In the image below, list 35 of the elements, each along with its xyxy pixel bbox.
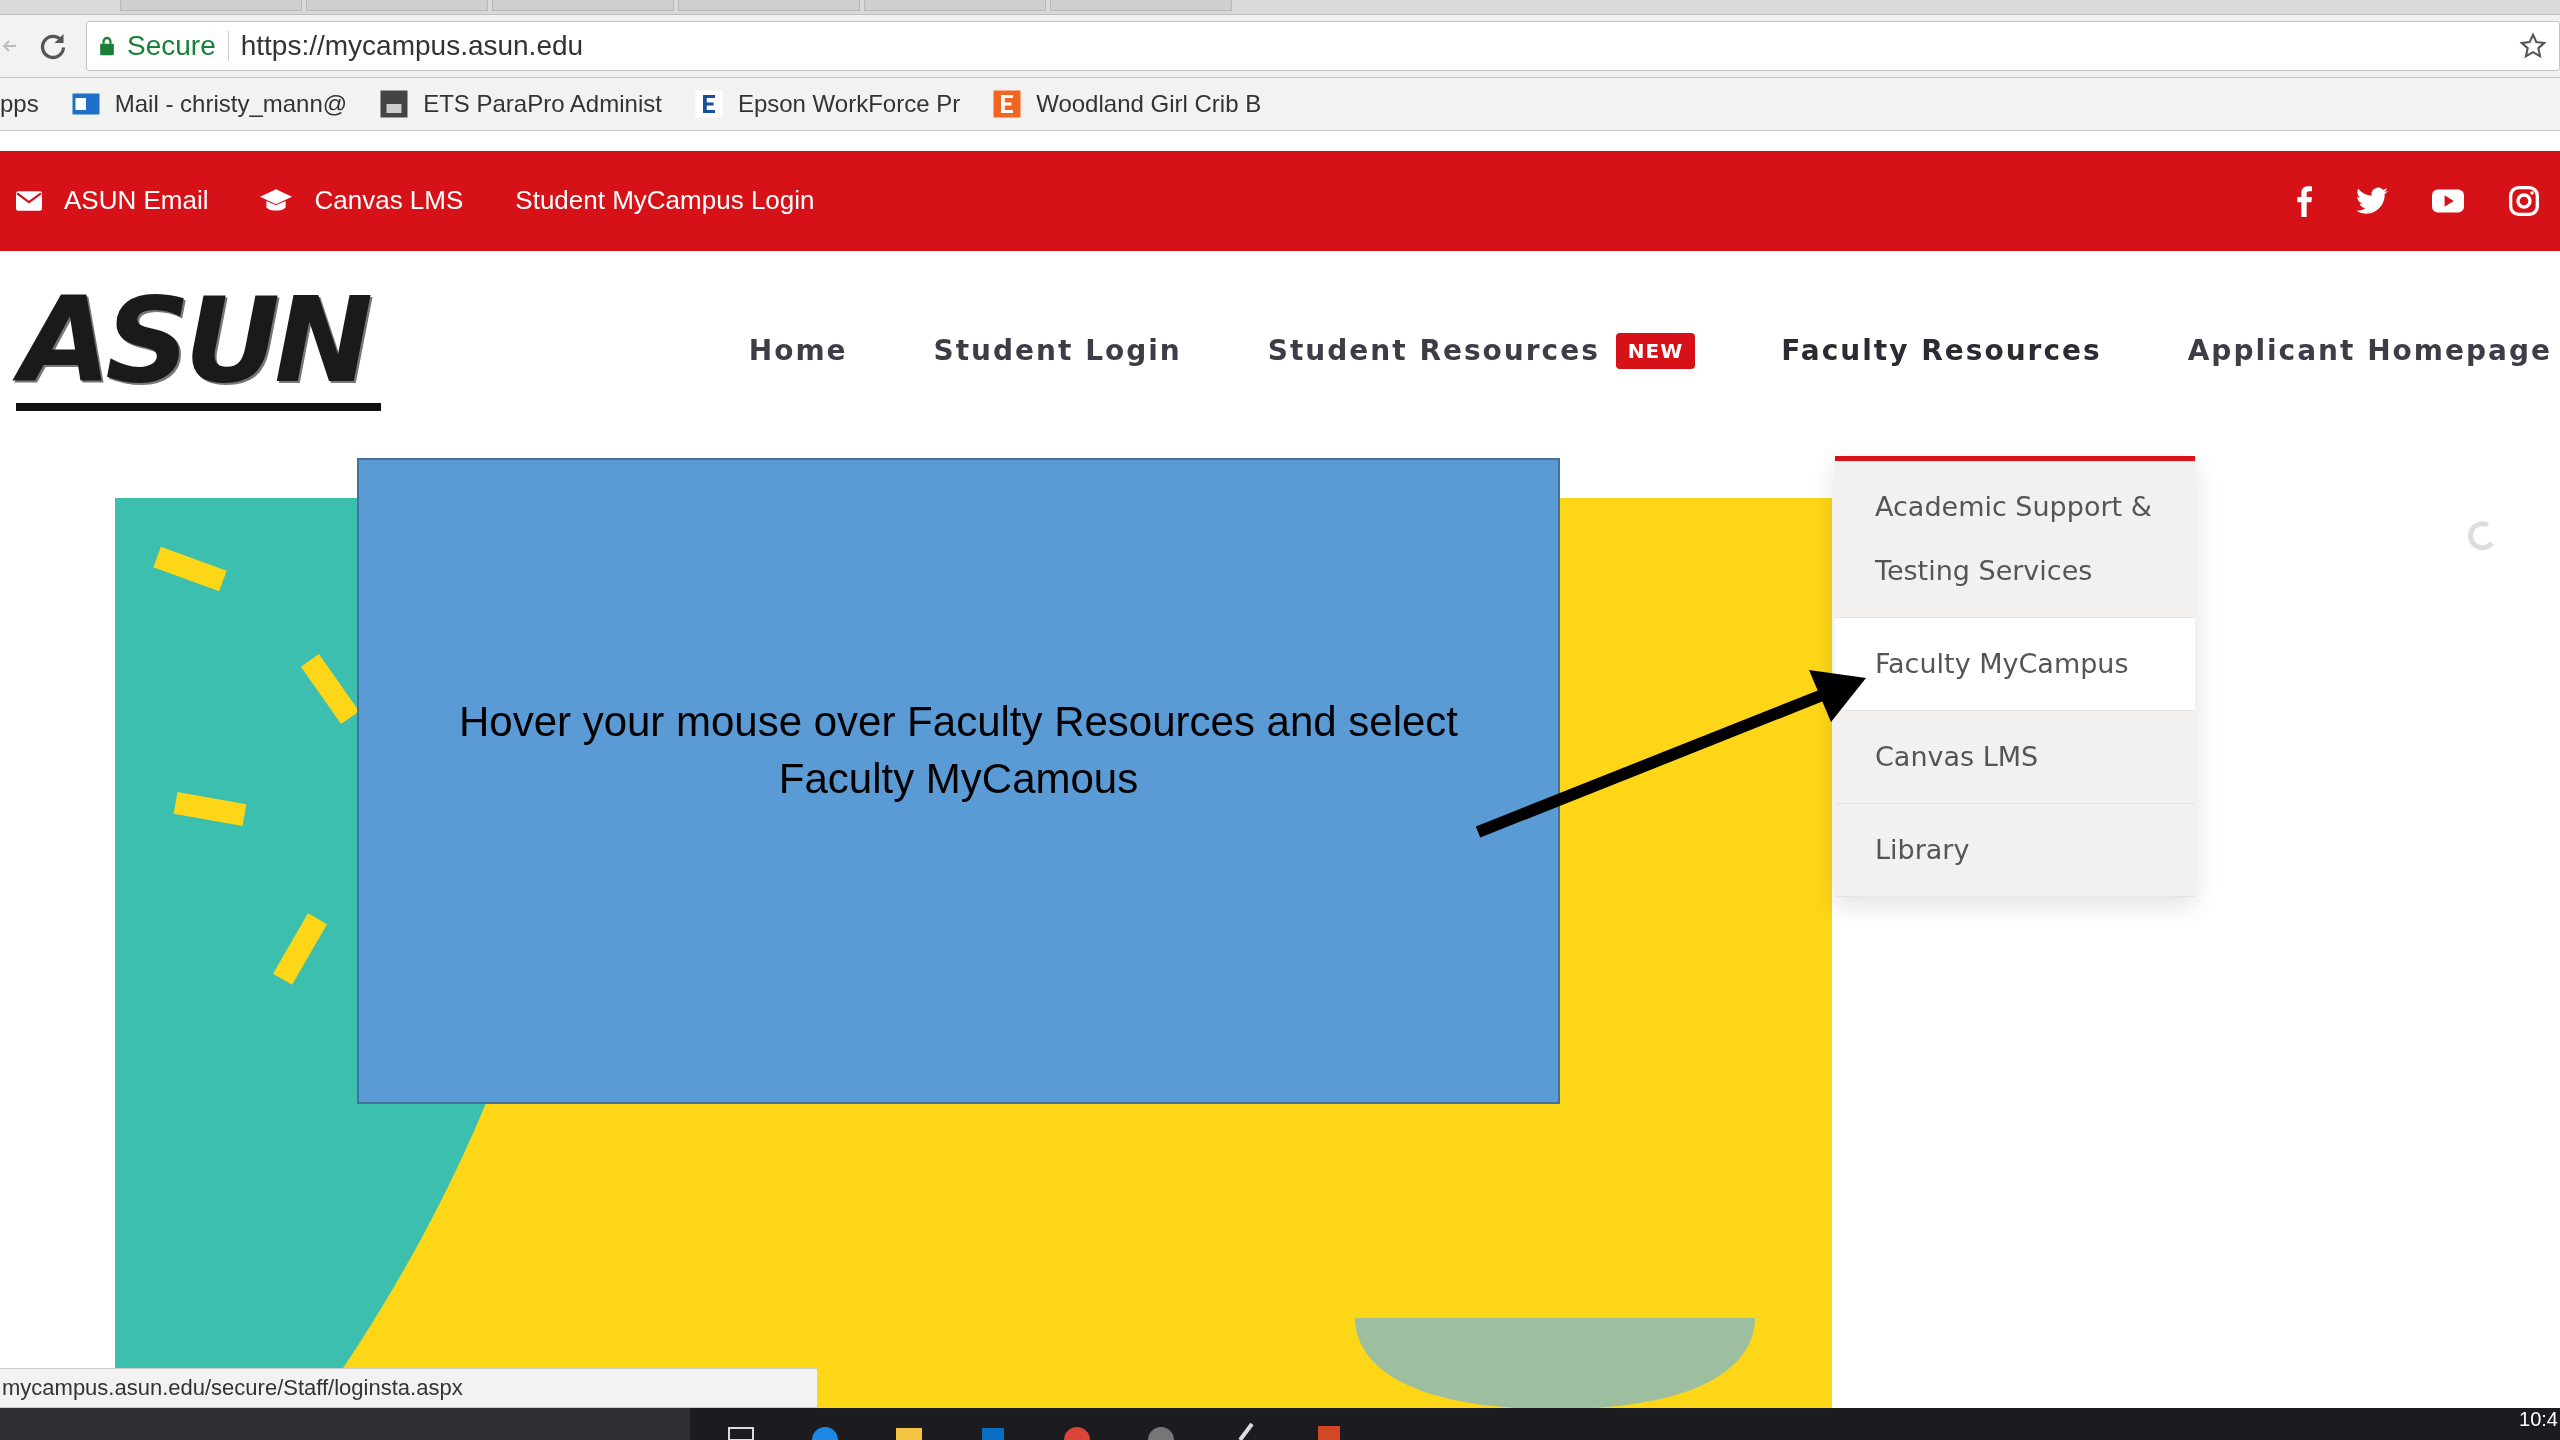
envelope-icon [16, 190, 42, 211]
shop-icon [992, 89, 1023, 119]
callout-text: Hover your mouse over Faculty Resources and select Faculty MyCamous [458, 697, 1459, 804]
camera-icon[interactable] [2508, 184, 2540, 217]
bookmark-link[interactable]: pps [0, 90, 39, 118]
star-icon[interactable] [2519, 32, 2547, 60]
menu-item[interactable]: Academic Support & Testing Services [1835, 460, 2195, 618]
loading-spinner-icon [2466, 520, 2496, 551]
nav-link[interactable]: Applicant Homepage [2187, 334, 2552, 368]
facebook-icon[interactable] [2296, 184, 2312, 217]
address-bar[interactable]: Secure https://mycampus.asun.edu [86, 21, 2560, 71]
bookmark-link[interactable]: Epson WorkForce Pr [737, 90, 961, 118]
nav-link[interactable]: Student Resources [1267, 334, 1600, 368]
menu-item[interactable]: Canvas LMS [1835, 710, 2195, 804]
top-bar-link[interactable]: ASUN Email [64, 185, 209, 217]
top-bar-link[interactable]: Student MyCampus Login [515, 185, 815, 217]
nav-link[interactable]: Home [748, 334, 848, 368]
clock: 10:4 [2519, 1408, 2559, 1431]
twitter-icon[interactable] [2356, 186, 2388, 215]
nav-link[interactable]: Student Login [933, 334, 1182, 368]
top-bar-link[interactable]: Canvas LMS [314, 185, 464, 217]
bookmark-icon [379, 89, 410, 119]
graduation-cap-icon [260, 188, 293, 213]
reload-icon[interactable] [38, 31, 68, 61]
bookmark-link[interactable]: Mail - christy_mann@ [114, 90, 348, 118]
bookmark-icon [693, 89, 724, 119]
lock-icon [99, 35, 115, 57]
nav-link[interactable]: Faculty Resources [1781, 334, 2102, 368]
new-badge: NEW [1615, 332, 1696, 369]
menu-item[interactable]: Library [1835, 803, 2195, 897]
status-url: mycampus.asun.edu/secure/Staff/loginsta.aspx [0, 1368, 818, 1408]
video-play-icon[interactable] [2432, 188, 2464, 213]
bookmark-link[interactable]: Woodland Girl Crib B [1036, 90, 1262, 118]
menu-item[interactable]: Faculty MyCampus [1835, 617, 2195, 711]
bookmark-link[interactable]: ETS ParaPro Administ [423, 90, 662, 118]
